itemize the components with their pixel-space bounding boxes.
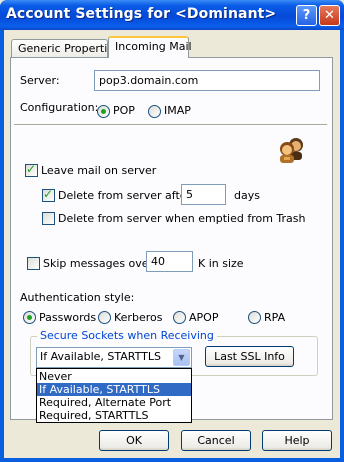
separator: [14, 124, 327, 126]
dropdown-option-required-starttls[interactable]: Required, STARTTLS: [37, 409, 191, 422]
delete-after-checkbox[interactable]: [42, 187, 55, 202]
apop-radio-label[interactable]: APOP: [189, 311, 218, 324]
configuration-label: Configuration:: [20, 101, 99, 114]
delete-trash-checkbox[interactable]: [42, 212, 55, 225]
pop-radio-label[interactable]: POP: [113, 104, 135, 117]
chevron-down-icon[interactable]: ▼: [173, 349, 190, 366]
close-icon: ✕: [324, 8, 335, 23]
skip-messages-checkbox[interactable]: [27, 257, 40, 270]
tab-label: Incoming Mail: [115, 40, 192, 53]
rpa-radio-label[interactable]: RPA: [264, 311, 285, 324]
leave-mail-label[interactable]: Leave mail on server: [41, 164, 156, 177]
person-icon: [280, 138, 303, 163]
imap-radio-label[interactable]: IMAP: [164, 104, 191, 117]
tab-generic-properties[interactable]: Generic Properties: [11, 39, 120, 58]
imap-radio[interactable]: [148, 105, 161, 118]
leave-mail-checkbox[interactable]: [25, 162, 38, 177]
secure-sockets-group-title: Secure Sockets when Receiving: [37, 329, 217, 342]
close-button[interactable]: ✕: [319, 5, 340, 26]
skip-size-input[interactable]: 40: [146, 251, 193, 272]
title-bar[interactable]: Account Settings for <Dominant> ? ✕: [0, 0, 344, 30]
pop-radio[interactable]: [97, 105, 110, 118]
ok-button[interactable]: OK: [99, 430, 169, 451]
kerberos-radio-label[interactable]: Kerberos: [114, 311, 162, 324]
dropdown-option-never[interactable]: Never: [37, 370, 191, 383]
passwords-radio-label[interactable]: Passwords: [39, 311, 96, 324]
dropdown-option-if-available-starttls[interactable]: If Available, STARTTLS: [37, 383, 191, 396]
help-button[interactable]: Help: [262, 430, 332, 451]
ssl-mode-select[interactable]: If Available, STARTTLS ▼: [36, 347, 192, 368]
help-title-button[interactable]: ?: [296, 5, 317, 26]
tab-incoming-mail[interactable]: Incoming Mail: [108, 36, 192, 58]
delete-trash-label[interactable]: Delete from server when emptied from Tra…: [58, 212, 306, 225]
server-input[interactable]: pop3.domain.com: [94, 70, 320, 91]
passwords-radio[interactable]: [23, 311, 36, 324]
server-label: Server:: [20, 74, 60, 87]
authentication-style-label: Authentication style:: [20, 291, 135, 304]
cancel-button[interactable]: Cancel: [181, 430, 251, 451]
question-mark-icon: ?: [302, 8, 311, 23]
dropdown-option-required-alternate-port[interactable]: Required, Alternate Port: [37, 396, 191, 409]
tab-label: Generic Properties: [18, 42, 120, 55]
days-label: days: [234, 189, 260, 202]
rpa-radio[interactable]: [248, 311, 261, 324]
delete-after-days-input[interactable]: 5: [181, 184, 226, 205]
last-ssl-info-button[interactable]: Last SSL Info: [205, 346, 294, 367]
apop-radio[interactable]: [173, 311, 186, 324]
k-in-size-label: K in size: [198, 257, 244, 270]
delete-after-label[interactable]: Delete from server after: [58, 189, 191, 202]
skip-messages-label[interactable]: Skip messages over: [43, 257, 153, 270]
ssl-mode-selected-value: If Available, STARTTLS: [40, 350, 161, 363]
window-title: Account Settings for <Dominant>: [6, 6, 277, 22]
kerberos-radio[interactable]: [98, 311, 111, 324]
ssl-mode-dropdown-list[interactable]: Never If Available, STARTTLS Required, A…: [36, 368, 192, 423]
